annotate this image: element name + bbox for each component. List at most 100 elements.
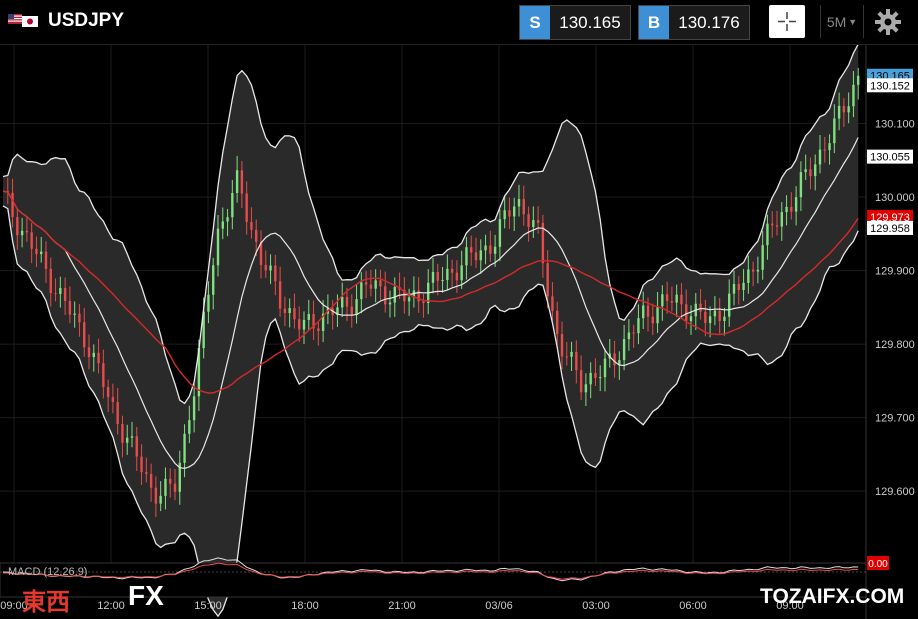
sell-quote-button[interactable]: S 130.165 — [519, 5, 631, 40]
candle-body — [25, 230, 29, 233]
bollinger-bands — [3, 45, 859, 617]
candle-body — [135, 436, 138, 457]
candle-body — [622, 339, 626, 361]
candle-body — [737, 283, 740, 291]
candle-body — [689, 316, 693, 322]
candle-body — [183, 433, 186, 463]
price-chart[interactable]: 130.100 130.000 129.900 129.800 129.700 129.6… — [0, 45, 918, 619]
candle-body — [106, 387, 110, 398]
x-tick-label: 18:00 — [291, 600, 319, 612]
candle-body — [522, 199, 525, 215]
x-tick-label: 06:00 — [679, 600, 707, 612]
candle-body — [40, 251, 43, 255]
candle-body — [307, 313, 310, 320]
tozaifx-watermark: TOZAIFX.COM — [760, 585, 905, 608]
crosshair-button[interactable] — [769, 5, 805, 38]
candle-body — [355, 299, 358, 315]
x-axis: 09:00 12:00 15:00 18:00 21:00 03/06 03:00 06:00… — [0, 600, 804, 612]
candle-body — [842, 105, 846, 113]
candle-body — [723, 316, 726, 321]
candle-body — [761, 245, 764, 270]
candle-body — [685, 304, 688, 322]
candle-body — [747, 269, 750, 283]
candle-body — [474, 252, 478, 261]
price-labels: 130.165130.152130.055129.973129.958 — [867, 68, 913, 235]
candle-body — [847, 106, 850, 113]
candle-body — [360, 282, 363, 300]
candle-body — [245, 193, 248, 222]
candle-body — [369, 284, 373, 289]
candle-body — [732, 283, 736, 294]
buy-quote-button[interactable]: B 130.176 — [638, 5, 750, 40]
candle-body — [651, 316, 654, 324]
candle-body — [231, 192, 234, 218]
candle-body — [680, 294, 683, 305]
candle-body — [407, 297, 411, 302]
candle-body — [226, 217, 229, 222]
candle-body — [551, 296, 554, 311]
candle-body — [169, 478, 172, 484]
candle-body — [570, 351, 573, 357]
candle-body — [140, 456, 143, 473]
candle-body — [16, 217, 19, 236]
candle-body — [102, 363, 105, 388]
macd-indicator-label[interactable]: MACD (12,26,9) — [8, 566, 87, 578]
candle-body — [111, 397, 115, 403]
candle-body — [264, 265, 267, 271]
price-label: 130.055 — [867, 149, 913, 164]
candle-body — [374, 280, 377, 289]
candle-body — [116, 402, 119, 425]
candle-body — [675, 294, 678, 303]
candle-body — [350, 306, 353, 315]
candle-body — [775, 225, 779, 227]
candle-body — [283, 308, 287, 314]
candle-body — [642, 305, 645, 319]
price-label: 129.958 — [867, 220, 913, 235]
price-label-text: 130.152 — [870, 80, 910, 92]
symbol-title[interactable]: USDJPY — [48, 10, 124, 32]
candle-body — [341, 296, 344, 308]
candle-body — [656, 306, 659, 324]
candle-body — [790, 206, 793, 212]
y-axis: 130.100 130.000 129.900 129.800 129.700 129.6… — [865, 45, 915, 619]
chevron-down-icon: ▼ — [848, 16, 858, 27]
candle-body — [814, 164, 817, 177]
candle-body — [699, 303, 702, 312]
candle-body — [546, 263, 549, 297]
candle-body — [670, 301, 674, 303]
candle-body — [384, 286, 387, 305]
candle-body — [799, 172, 803, 198]
candle-body — [742, 282, 745, 291]
candle-body — [489, 245, 492, 254]
us-japan-flag-icon — [8, 14, 38, 27]
candle-body — [11, 192, 14, 218]
x-tick-label: 03/06 — [485, 600, 513, 612]
candle-body — [599, 377, 602, 379]
candle-body — [126, 437, 129, 443]
tozai-logo-text: 東西 — [22, 588, 70, 616]
candle-body — [441, 280, 444, 282]
candle-body — [613, 353, 616, 366]
candle-body — [92, 352, 95, 358]
candle-body — [493, 246, 497, 254]
candle-body — [751, 269, 755, 272]
candle-body — [589, 372, 592, 385]
candle-body — [278, 281, 282, 309]
gear-icon[interactable] — [872, 6, 904, 38]
candle-body — [44, 251, 48, 269]
candle-body — [575, 351, 578, 371]
candle-body — [288, 308, 291, 314]
candle-body — [212, 265, 215, 295]
candle-body — [450, 268, 454, 273]
candle-body — [455, 272, 459, 281]
candle-body — [216, 228, 220, 266]
candle-body — [460, 265, 463, 281]
candle-body — [718, 310, 721, 321]
candle-body — [646, 305, 650, 317]
y-tick-label: 129.900 — [875, 266, 915, 278]
timeframe-dropdown[interactable]: 5M ▼ — [820, 5, 864, 38]
timeframe-label: 5M — [826, 13, 847, 30]
candle-body — [20, 230, 24, 236]
fx-logo-text: FX — [128, 580, 164, 611]
candle-body — [59, 287, 62, 294]
